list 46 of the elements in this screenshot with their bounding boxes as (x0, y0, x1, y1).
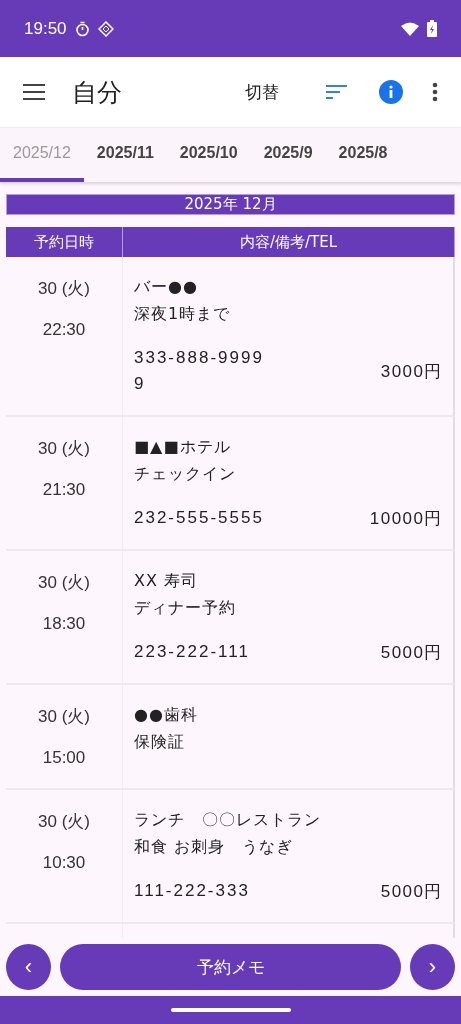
reservation-time: 10:30 (42, 853, 86, 873)
reservation-time: 18:30 (42, 614, 86, 634)
reservation-day: 30 (火) (38, 437, 90, 460)
price: 3000円 (380, 360, 443, 383)
phone-number: 223-222-111 (134, 641, 250, 663)
phone-number: 111-222-333 (134, 880, 250, 902)
diamond-icon (97, 20, 114, 37)
reservation-time: 15:00 (42, 748, 86, 768)
note-line: ■▲■ホテル (134, 436, 232, 458)
price: 5000円 (380, 641, 443, 664)
note-line: チェックイン (134, 463, 237, 485)
next-button[interactable]: › (410, 944, 455, 990)
memo-button[interactable]: 予約メモ (60, 944, 401, 990)
home-handle[interactable] (170, 1008, 291, 1012)
note-line: ランチ 〇〇レストラン (134, 809, 322, 831)
clock: 19:50 (24, 18, 67, 39)
month-tab[interactable]: 2025/11 (83, 128, 167, 182)
reservation-day: 30 (火) (38, 571, 90, 594)
month-header: 2025年 12月 (6, 194, 455, 215)
reservation-time: 21:30 (42, 480, 86, 500)
timer-icon (74, 20, 90, 37)
note-line: 保険証 (134, 731, 186, 753)
note-line: XX 寿司 (134, 570, 199, 592)
switch-button[interactable]: 切替 (239, 74, 285, 110)
reservation-time: 22:30 (42, 320, 86, 340)
price: 10000円 (369, 507, 443, 530)
note-line: 深夜1時まで (134, 303, 232, 325)
price: 5000円 (380, 880, 443, 903)
wifi-icon (401, 21, 419, 36)
reservation-day: 30 (火) (38, 810, 90, 833)
month-tab[interactable]: 2025/10 (166, 128, 251, 182)
info-icon[interactable] (377, 78, 405, 106)
reservation-day: 30 (火) (38, 705, 90, 728)
note-line: 和食 お刺身 うなぎ (134, 836, 295, 858)
phone-number: 333-888-99999 (134, 347, 265, 395)
previous-button[interactable]: ‹ (6, 944, 51, 990)
phone-number: 232-555-5555 (134, 507, 264, 529)
month-tab[interactable]: 2025/8 (325, 128, 401, 182)
column-header: 内容/備考/TEL (123, 227, 455, 257)
note-line: ●●歯科 (134, 704, 199, 726)
battery-icon (427, 20, 437, 37)
note-line: バー●● (134, 276, 199, 298)
note-line: ディナー予約 (134, 597, 237, 619)
reservation-day: 30 (火) (38, 277, 90, 300)
page-title: 自分 (72, 76, 123, 109)
month-tab[interactable]: 2025/9 (250, 128, 326, 182)
